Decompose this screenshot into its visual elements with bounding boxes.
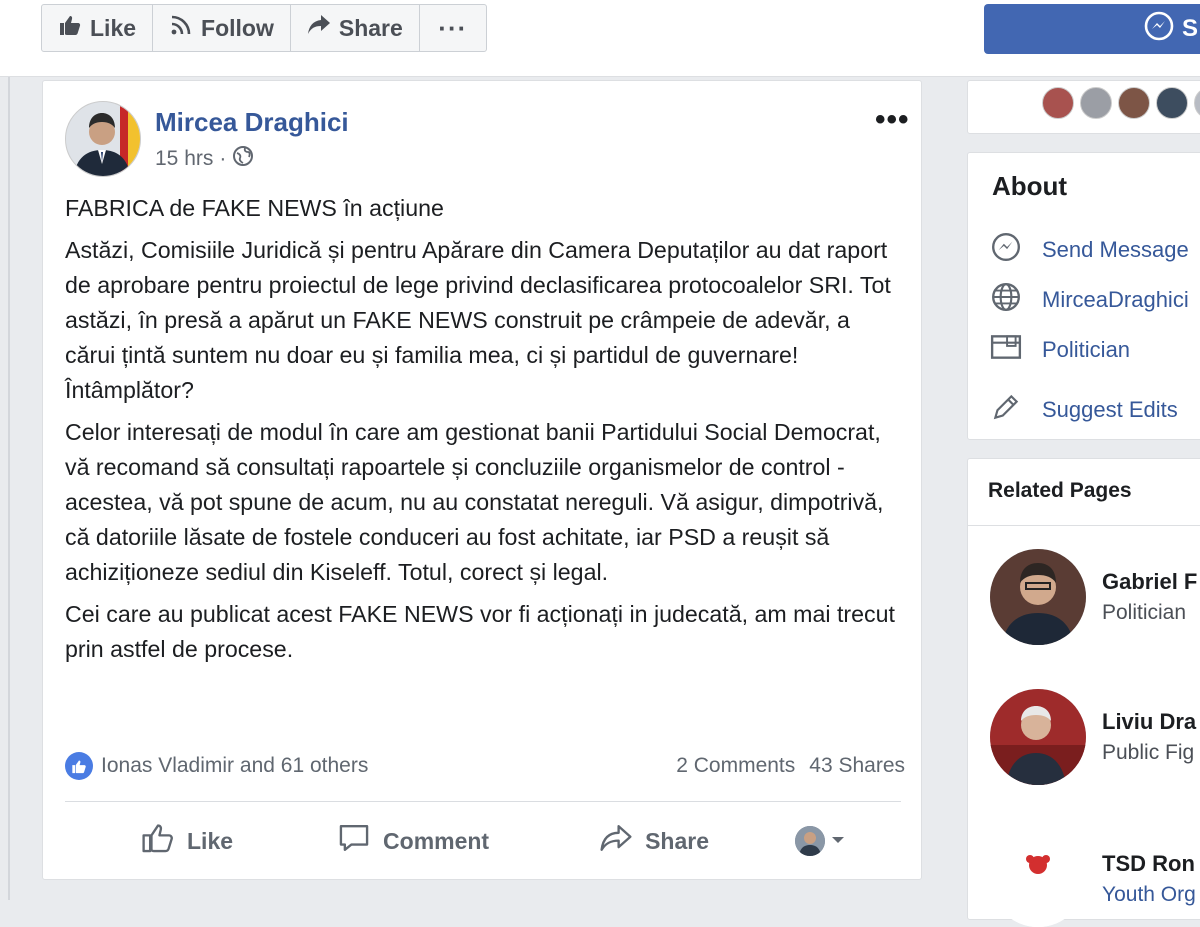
category-link: Politician: [1042, 337, 1131, 362]
actions-divider: [65, 801, 901, 802]
about-suggest-edits[interactable]: Suggest Edits: [990, 391, 1178, 429]
globe-icon: [232, 145, 254, 173]
about-website[interactable]: MirceaDraghici: [990, 281, 1189, 319]
comment-bubble-icon: [337, 822, 371, 860]
follow-button[interactable]: Follow: [152, 4, 291, 52]
reactions-summary[interactable]: Ionas Vladimir and 61 others: [101, 754, 368, 778]
related-page-category: Politician: [1102, 601, 1187, 624]
related-page-item[interactable]: Gabriel F Politician: [990, 549, 1197, 645]
like-reaction-icon: [65, 752, 93, 780]
post-paragraph-3: Celor interesați de modul în care am ges…: [65, 419, 884, 585]
page-header-bar: Like Follow Share ··· S: [0, 0, 1200, 77]
like-page-button[interactable]: Like: [41, 4, 154, 52]
post-actions-bar: Like Comment Share: [65, 816, 901, 866]
post-paragraph-1: FABRICA de FAKE NEWS în acțiune: [65, 195, 444, 221]
thumbs-up-outline-icon: [141, 822, 175, 860]
related-page-item[interactable]: TSD Ron Youth Org: [990, 831, 1196, 927]
about-category[interactable]: Politician: [990, 333, 1130, 367]
like-button[interactable]: Like: [141, 822, 233, 860]
post-timestamp[interactable]: 15 hrs: [155, 147, 213, 171]
caret-down-icon: [831, 832, 845, 850]
post-paragraph-4: Cei care au publicat acest FAKE NEWS vor…: [65, 601, 895, 662]
left-border: [8, 0, 10, 900]
reactions-bar: Ionas Vladimir and 61 others 2 Comments …: [65, 749, 905, 783]
related-pages-title: Related Pages: [988, 479, 1132, 502]
follower-faces: [1042, 87, 1200, 119]
share-arrow-icon: [307, 14, 331, 42]
comment-button-label: Comment: [383, 827, 490, 854]
post-paragraph-2: Astăzi, Comisiile Juridică și pentru Apă…: [65, 237, 891, 403]
suggest-edits-link: Suggest Edits: [1042, 397, 1178, 422]
like-button-label: Like: [187, 827, 234, 854]
community-card: [967, 80, 1200, 134]
about-send-message[interactable]: Send Message: [990, 231, 1189, 269]
more-options-button[interactable]: ···: [418, 4, 487, 52]
send-message-link: Send Message: [1042, 237, 1189, 262]
share-page-button[interactable]: Share: [289, 4, 420, 52]
thumbs-up-icon: [58, 14, 82, 42]
related-pages-card: Related Pages Gabriel F Politician Liviu…: [967, 458, 1200, 927]
website-link: MirceaDraghici: [1042, 287, 1189, 312]
about-title: About: [992, 171, 1068, 201]
messenger-icon: [1144, 11, 1174, 48]
about-card: About Send Message MirceaDraghici Politi…: [967, 152, 1200, 440]
follower-avatar[interactable]: [1080, 87, 1112, 119]
send-message-button[interactable]: S: [984, 4, 1200, 54]
share-page-label: Share: [338, 14, 403, 41]
related-page-avatar[interactable]: [990, 831, 1086, 927]
meta-separator: ·: [219, 147, 227, 170]
messenger-icon: [990, 231, 1022, 269]
related-page-category: Youth Org: [1102, 883, 1196, 906]
author-avatar[interactable]: [65, 101, 141, 177]
like-page-label: Like: [90, 14, 137, 41]
related-page-name[interactable]: TSD Ron: [1102, 851, 1196, 877]
comment-button[interactable]: Comment: [337, 822, 489, 860]
share-button[interactable]: Share: [599, 823, 709, 859]
shares-count[interactable]: 43 Shares: [809, 754, 905, 778]
post-card: Mircea Draghici 15 hrs · ••• FABRICA de …: [42, 80, 922, 880]
follower-avatar[interactable]: [1156, 87, 1188, 119]
related-page-avatar[interactable]: [990, 549, 1086, 645]
follower-avatar[interactable]: [1194, 87, 1200, 119]
page-actions-group: Like Follow Share ···: [41, 4, 487, 52]
engagement-counts: 2 Comments 43 Shares: [676, 754, 905, 778]
message-button-label: S: [1182, 15, 1199, 42]
rss-icon: [169, 13, 193, 43]
related-page-category: Public Fig: [1102, 741, 1195, 764]
post-author-name[interactable]: Mircea Draghici: [155, 107, 349, 138]
follower-avatar[interactable]: [1118, 87, 1150, 119]
post-content: FABRICA de FAKE NEWS în acțiune Astăzi, …: [65, 191, 905, 674]
related-page-avatar[interactable]: [990, 689, 1086, 785]
post-meta: 15 hrs ·: [155, 145, 254, 173]
category-icon: [990, 333, 1022, 367]
share-button-label: Share: [645, 827, 710, 854]
globe-icon: [990, 281, 1022, 319]
post-options-button[interactable]: •••: [875, 103, 910, 137]
follower-avatar[interactable]: [1042, 87, 1074, 119]
pencil-icon: [990, 391, 1022, 429]
related-divider: [968, 525, 1200, 526]
more-dots-label: ···: [438, 12, 468, 43]
user-avatar: [795, 826, 826, 856]
comments-count[interactable]: 2 Comments: [676, 754, 795, 778]
follow-label: Follow: [201, 14, 274, 41]
related-page-name[interactable]: Liviu Dra: [1102, 709, 1196, 735]
post-as-selector[interactable]: [795, 826, 845, 856]
share-outline-icon: [599, 823, 633, 859]
related-page-name[interactable]: Gabriel F: [1102, 569, 1197, 595]
related-page-item[interactable]: Liviu Dra Public Fig: [990, 689, 1196, 785]
